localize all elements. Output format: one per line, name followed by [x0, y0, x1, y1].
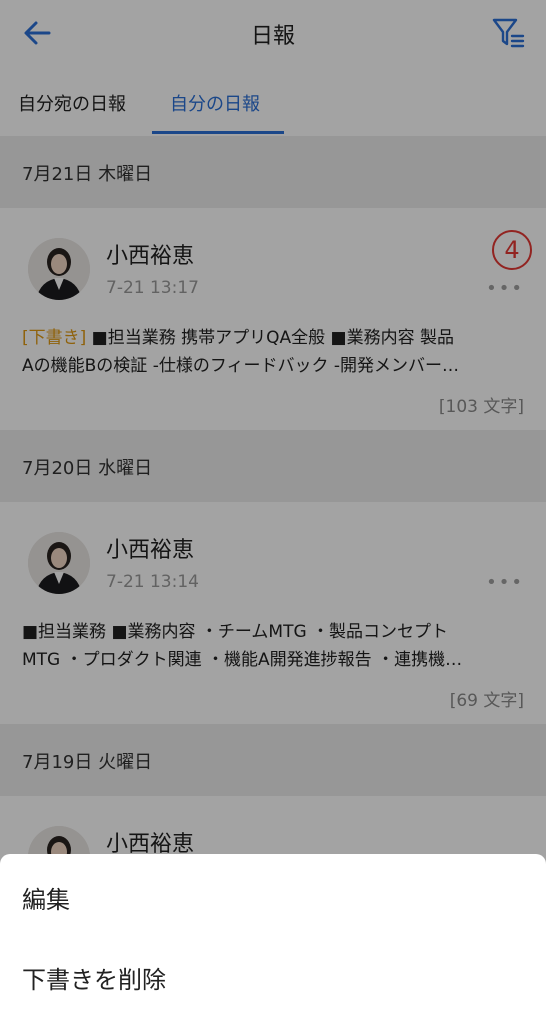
action-sheet: 編集 下書きを削除 [0, 854, 546, 1024]
delete-draft-option[interactable]: 下書きを削除 [22, 960, 166, 995]
edit-option[interactable]: 編集 [22, 880, 70, 915]
report-list-screen: 日報 自分宛の日報 自分の日報 7月21日 木曜日 小西裕恵 7-21 13:1… [0, 0, 546, 1024]
